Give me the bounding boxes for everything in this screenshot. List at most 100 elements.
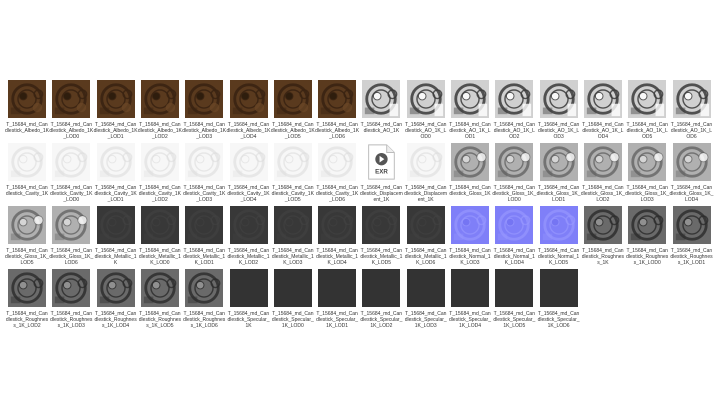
- file-name-label: T_15684_md_Candlestick_Specular_1K_LOD0: [271, 311, 314, 329]
- file-name-label: T_15684_md_Candlestick_Roughness_1K_LOD5: [138, 311, 182, 329]
- file-name-label: T_15684_md_Candlestick_Metallic_1K_LOD5: [360, 248, 403, 266]
- file-name-label: T_15684_md_Candlestick_Displacement_1K: [404, 185, 448, 203]
- file-name-label: T_15684_md_Candlestick_AO_1K_LOD5: [626, 122, 668, 140]
- file-name-label: T_15684_md_Candlestick_Roughness_1K_LOD6: [183, 311, 226, 329]
- texture-thumbnail: [229, 269, 268, 307]
- texture-thumbnail: [318, 143, 357, 181]
- texture-thumbnail: [8, 80, 46, 118]
- texture-thumbnail: [52, 206, 91, 244]
- texture-thumbnail: [495, 269, 534, 307]
- file-name-label: T_15684_md_Candlestick_AO_1K_LOD6: [670, 122, 713, 140]
- file-name-label: T_15684_md_Candlestick_Specular_1K: [227, 311, 270, 329]
- texture-thumbnail: [96, 143, 135, 181]
- texture-thumbnail: [362, 80, 401, 118]
- texture-thumbnail: [539, 206, 578, 244]
- file-name-label: T_15684_md_Candlestick_Roughness_1K: [581, 248, 625, 266]
- texture-thumbnail: [185, 143, 224, 181]
- file-name-label: T_15684_md_Candlestick_Cavity_1K: [5, 185, 49, 197]
- texture-thumbnail: [672, 143, 711, 181]
- texture-thumbnail: [185, 269, 224, 307]
- file-name-label: T_15684_md_Candlestick_Specular_1K_LOD4: [449, 311, 491, 329]
- texture-thumbnail: [140, 80, 179, 118]
- texture-thumbnail: [628, 80, 667, 118]
- file-name-label: T_15684_md_Candlestick_Roughness_1K_LOD2: [5, 311, 49, 329]
- texture-thumbnail: [96, 269, 135, 307]
- exr-file-icon: EXR: [362, 143, 400, 181]
- file-name-label: T_15684_md_Candlestick_Albedo_1K_LOD5: [270, 122, 315, 140]
- file-name-label: T_15684_md_Candlestick_Albedo_1K_LOD3: [182, 122, 227, 140]
- file-name-label: T_15684_md_Candlestick_Cavity_1K_LOD2: [138, 185, 182, 203]
- texture-thumbnail: [273, 80, 312, 118]
- file-name-label: T_15684_md_Candlestick_Specular_1K_LOD3: [404, 311, 447, 329]
- texture-thumbnail: [539, 269, 578, 307]
- file-name-label: T_15684_md_Candlestick_Cavity_1K_LOD5: [271, 185, 314, 203]
- texture-thumbnail: [628, 206, 667, 244]
- file-name-label: T_15684_md_Candlestick_Metallic_1K_LOD0: [138, 248, 181, 266]
- file-name-label: T_15684_md_Candlestick_AO_1K_LOD1: [449, 122, 491, 140]
- texture-thumbnail: [583, 206, 622, 244]
- file-grid: T_15684_md_Candlestick_Albedo_1K T_15684…: [0, 0, 720, 405]
- texture-thumbnail: [273, 206, 312, 244]
- texture-thumbnail: [495, 80, 534, 118]
- file-name-label: T_15684_md_Candlestick_AO_1K_LOD2: [493, 122, 535, 140]
- file-name-label: T_15684_md_Candlestick_Gloss_1K_LOD6: [49, 248, 94, 266]
- texture-thumbnail: [628, 143, 667, 181]
- texture-thumbnail: [672, 80, 711, 118]
- texture-thumbnail: [52, 80, 91, 118]
- file-name-label: T_15684_md_Candlestick_Metallic_1K_LOD2: [227, 248, 270, 266]
- file-name-label: T_15684_md_Candlestick_Cavity_1K_LOD0: [50, 185, 93, 203]
- file-name-label: T_15684_md_Candlestick_Gloss_1K_LOD0: [492, 185, 537, 203]
- texture-thumbnail: [229, 80, 268, 118]
- texture-thumbnail: [539, 80, 578, 118]
- file-name-label: T_15684_md_Candlestick_Gloss_1K_LOD3: [625, 185, 670, 203]
- file-name-label: T_15684_md_Candlestick_Metallic_1K_LOD3: [271, 248, 314, 266]
- file-name-label: T_15684_md_Candlestick_Specular_1K_LOD5: [493, 311, 536, 329]
- file-name-label: T_15684_md_Candlestick_Albedo_1K_LOD4: [226, 122, 271, 140]
- file-name-label: T_15684_md_Candlestick_Albedo_1K_LOD6: [315, 122, 360, 140]
- file-name-label: T_15684_md_Candlestick_AO_1K: [360, 122, 403, 134]
- file-name-label: T_15684_md_Candlestick_Specular_1K_LOD1: [316, 311, 359, 329]
- file-name-label: T_15684_md_Candlestick_AO_1K_LOD0: [404, 122, 447, 140]
- file-name-label: T_15684_md_Candlestick_Cavity_1K_LOD4: [227, 185, 270, 203]
- file-name-label: T_15684_md_Candlestick_Metallic_1K_LOD1: [183, 248, 226, 266]
- texture-thumbnail: [52, 143, 91, 181]
- file-name-label: T_15684_md_Candlestick_Displacement_1K: [359, 185, 403, 203]
- texture-thumbnail: [672, 206, 711, 244]
- file-name-label: T_15684_md_Candlestick_Roughness_1K_LOD3: [50, 311, 93, 329]
- texture-thumbnail: [318, 206, 357, 244]
- texture-thumbnail: [406, 80, 445, 118]
- texture-thumbnail: [583, 143, 622, 181]
- texture-thumbnail: [96, 206, 135, 244]
- texture-thumbnail: [451, 80, 489, 118]
- texture-thumbnail: [318, 80, 357, 118]
- file-name-label: T_15684_md_Candlestick_Gloss_1K_LOD1: [536, 185, 581, 203]
- texture-thumbnail: [406, 143, 445, 181]
- texture-thumbnail: [273, 269, 312, 307]
- file-name-label: T_15684_md_Candlestick_Specular_1K_LOD2: [360, 311, 403, 329]
- file-name-label: T_15684_md_Candlestick_Normal_1K_LOD5: [537, 248, 580, 266]
- texture-thumbnail: [8, 269, 46, 307]
- texture-thumbnail: [583, 80, 622, 118]
- file-name-label: T_15684_md_Candlestick_Albedo_1K: [5, 122, 49, 134]
- texture-thumbnail: [451, 143, 489, 181]
- file-name-label: T_15684_md_Candlestick_Normal_1K_LOD3: [449, 248, 491, 266]
- texture-thumbnail: [96, 80, 135, 118]
- texture-thumbnail: [52, 269, 91, 307]
- texture-thumbnail: [362, 206, 401, 244]
- texture-thumbnail: [140, 206, 179, 244]
- file-name-label: T_15684_md_Candlestick_Gloss_1K_LOD4: [669, 185, 714, 203]
- texture-thumbnail: [539, 143, 578, 181]
- file-name-label: T_15684_md_Candlestick_Albedo_1K_LOD0: [49, 122, 94, 140]
- file-name-label: T_15684_md_Candlestick_Metallic_1K_LOD6: [404, 248, 447, 266]
- texture-thumbnail: [406, 269, 445, 307]
- texture-thumbnail: [318, 269, 357, 307]
- file-name-label: T_15684_md_Candlestick_Roughness_1K_LOD1: [670, 248, 713, 266]
- texture-thumbnail: [8, 143, 46, 181]
- texture-thumbnail: [185, 206, 224, 244]
- file-name-label: T_15684_md_Candlestick_Cavity_1K_LOD3: [183, 185, 226, 203]
- file-name-label: T_15684_md_Candlestick_Gloss_1K: [449, 185, 491, 197]
- file-name-label: T_15684_md_Candlestick_Roughness_1K_LOD4: [94, 311, 137, 329]
- texture-thumbnail: [362, 269, 401, 307]
- texture-thumbnail: [451, 269, 489, 307]
- file-name-label: T_15684_md_Candlestick_AO_1K_LOD4: [582, 122, 624, 140]
